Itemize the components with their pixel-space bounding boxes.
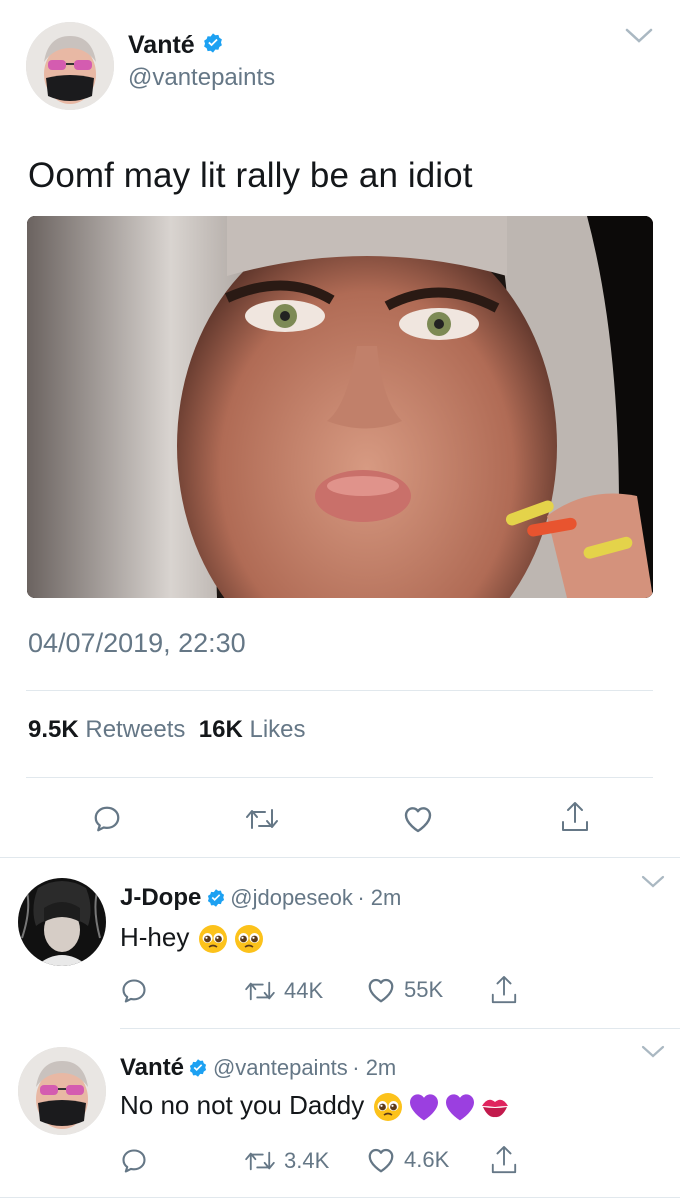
retweets-label[interactable]: Retweets [85, 716, 185, 743]
reply-author-handle[interactable]: @vantepaints [213, 1055, 348, 1080]
divider [26, 777, 653, 778]
pleading-face-emoji [373, 1093, 402, 1122]
reply-time: · 2m [357, 885, 402, 910]
likes-count[interactable]: 16K [199, 716, 243, 743]
reply-time: · 2m [352, 1055, 397, 1080]
chevron-down-icon[interactable] [640, 1044, 666, 1065]
pleading-face-emoji [234, 925, 263, 954]
reply-author-name[interactable]: Vanté [120, 1054, 184, 1081]
purple-heart-emoji [409, 1094, 438, 1121]
reply-icon[interactable] [120, 977, 148, 1005]
divider [0, 1197, 680, 1198]
divider [120, 1028, 680, 1029]
retweets-count[interactable]: 9.5K [28, 716, 79, 743]
verified-badge-icon [202, 31, 224, 61]
like-count: 55K [404, 977, 444, 1002]
like-icon [366, 976, 396, 1004]
chevron-down-icon[interactable] [640, 874, 666, 895]
reply-text: H-hey [120, 922, 190, 952]
retweet-button[interactable]: 44K [244, 978, 323, 1004]
share-icon[interactable] [560, 800, 590, 834]
retweet-icon[interactable] [245, 806, 279, 832]
like-icon [366, 1146, 396, 1174]
tweet-text: Oomf may lit rally be an idiot [28, 156, 473, 195]
retweet-count: 3.4K [284, 1148, 330, 1173]
likes-label[interactable]: Likes [249, 716, 305, 743]
reply-author-name[interactable]: J-Dope [120, 884, 201, 911]
verified-badge-icon [206, 888, 226, 913]
like-button[interactable]: 4.6K [366, 1146, 449, 1174]
share-icon[interactable] [490, 1144, 518, 1176]
divider [26, 690, 653, 691]
tweet-photo[interactable] [27, 216, 653, 598]
like-count: 4.6K [404, 1147, 450, 1172]
retweet-count: 44K [284, 978, 324, 1003]
reply-author-handle[interactable]: @jdopeseok [230, 885, 353, 910]
reply-icon[interactable] [92, 804, 122, 834]
reply-text: No no not you Daddy [120, 1090, 365, 1120]
verified-badge-icon [188, 1058, 208, 1083]
retweet-icon [244, 1149, 276, 1173]
reply-avatar[interactable] [18, 878, 106, 966]
like-icon[interactable] [402, 804, 434, 834]
author-handle[interactable]: @vantepaints [128, 64, 275, 92]
reply-avatar[interactable] [18, 1047, 106, 1135]
divider [0, 857, 680, 858]
share-icon[interactable] [490, 974, 518, 1006]
author-avatar[interactable] [26, 22, 114, 110]
retweet-button[interactable]: 3.4K [244, 1148, 329, 1174]
author-name[interactable]: Vanté [128, 31, 195, 59]
retweet-icon [244, 979, 276, 1003]
pleading-face-emoji [198, 925, 227, 954]
tweet-timestamp[interactable]: 04/07/2019, 22:30 [28, 628, 246, 659]
reply-icon[interactable] [120, 1147, 148, 1175]
like-button[interactable]: 55K [366, 976, 443, 1004]
kiss-mark-emoji [481, 1099, 508, 1118]
chevron-down-icon[interactable] [624, 26, 654, 51]
purple-heart-emoji [445, 1094, 474, 1121]
